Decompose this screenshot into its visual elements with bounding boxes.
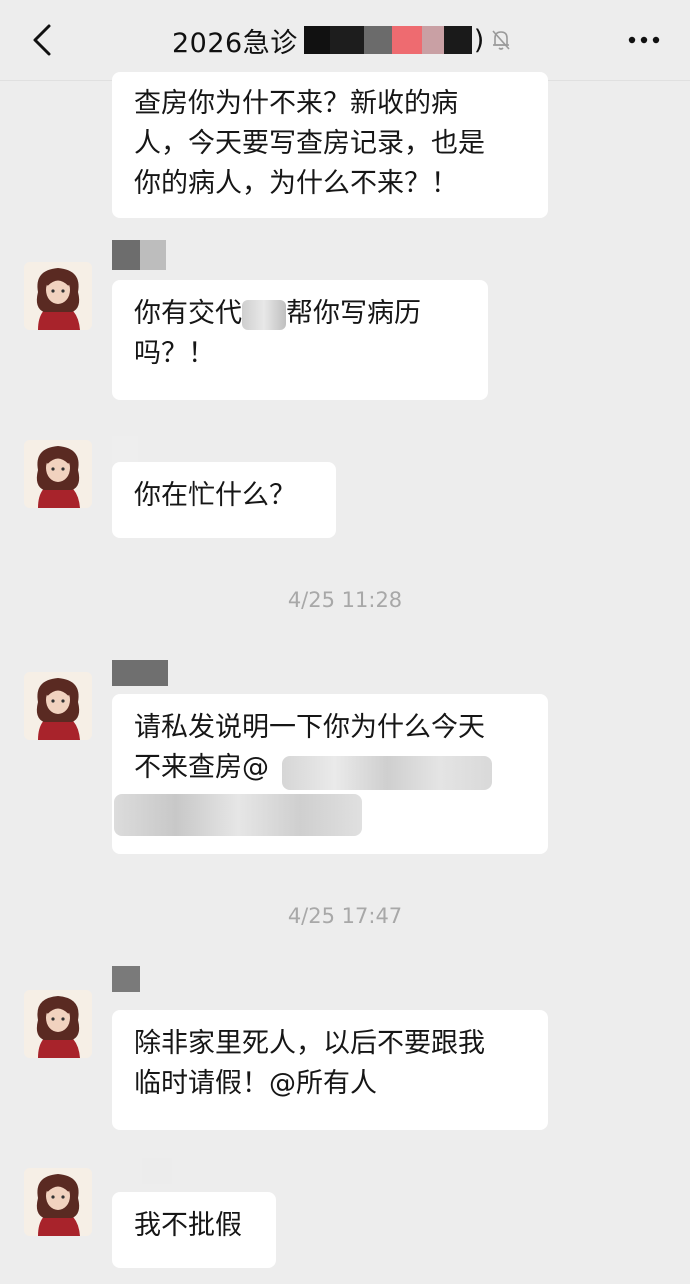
message-text: 除非家里死人，以后不要跟我 xyxy=(134,1028,485,1059)
bell-off-icon xyxy=(490,28,512,52)
redaction-blur xyxy=(242,299,286,330)
avatar[interactable] xyxy=(24,672,92,740)
message-text: 人，今天要写查房记录，也是 xyxy=(134,128,485,159)
timestamp: 4/25 17:47 xyxy=(287,904,403,928)
chevron-left-icon xyxy=(33,24,51,56)
redaction-blur xyxy=(282,756,492,790)
chat-header: 2026急诊 ) xyxy=(0,0,690,81)
avatar[interactable] xyxy=(24,262,92,330)
chat-title-text: 2026急诊 xyxy=(172,27,298,59)
message-line: 你有交代 帮你写病历 xyxy=(134,294,466,334)
message-text: 你的病人，为什么不来？！ xyxy=(134,168,458,199)
message-bubble[interactable]: 我不批假 xyxy=(112,1192,276,1268)
title-redaction xyxy=(303,26,472,54)
message-text: 吗？！ xyxy=(134,338,215,369)
message-text: 不来查房@ xyxy=(134,752,269,783)
redaction-blur xyxy=(114,794,362,836)
message-text: 帮你写病历 xyxy=(286,298,421,329)
message-bubble[interactable]: 你在忙什么？ xyxy=(112,462,336,538)
chat-title: 2026急诊 ) xyxy=(172,20,512,60)
message-text: 你有交代 xyxy=(134,298,242,329)
message-text: 请私发说明一下你为什么今天 xyxy=(134,712,485,743)
message-text: 你在忙什么？ xyxy=(134,480,296,511)
back-button[interactable] xyxy=(24,22,60,58)
timestamp: 4/25 11:28 xyxy=(287,588,403,612)
more-button[interactable] xyxy=(624,22,664,58)
message-bubble[interactable]: 请私发说明一下你为什么今天 不来查房@ xyxy=(112,694,548,854)
more-dots-icon xyxy=(628,36,660,44)
message-text: 我不批假 xyxy=(134,1210,242,1241)
message-bubble[interactable]: 你有交代 帮你写病历 吗？！ xyxy=(112,280,488,400)
avatar[interactable] xyxy=(24,990,92,1058)
message-text: 临时请假！@所有人 xyxy=(134,1068,377,1099)
chat-title-suffix: ) xyxy=(473,24,485,56)
avatar[interactable] xyxy=(24,1168,92,1236)
message-text: 查房你为什不来？新收的病 xyxy=(134,88,458,119)
message-bubble[interactable]: 除非家里死人，以后不要跟我 临时请假！@所有人 xyxy=(112,1010,548,1130)
message-bubble[interactable]: 查房你为什不来？新收的病 人，今天要写查房记录，也是 你的病人，为什么不来？！ xyxy=(112,72,548,218)
avatar[interactable] xyxy=(24,440,92,508)
